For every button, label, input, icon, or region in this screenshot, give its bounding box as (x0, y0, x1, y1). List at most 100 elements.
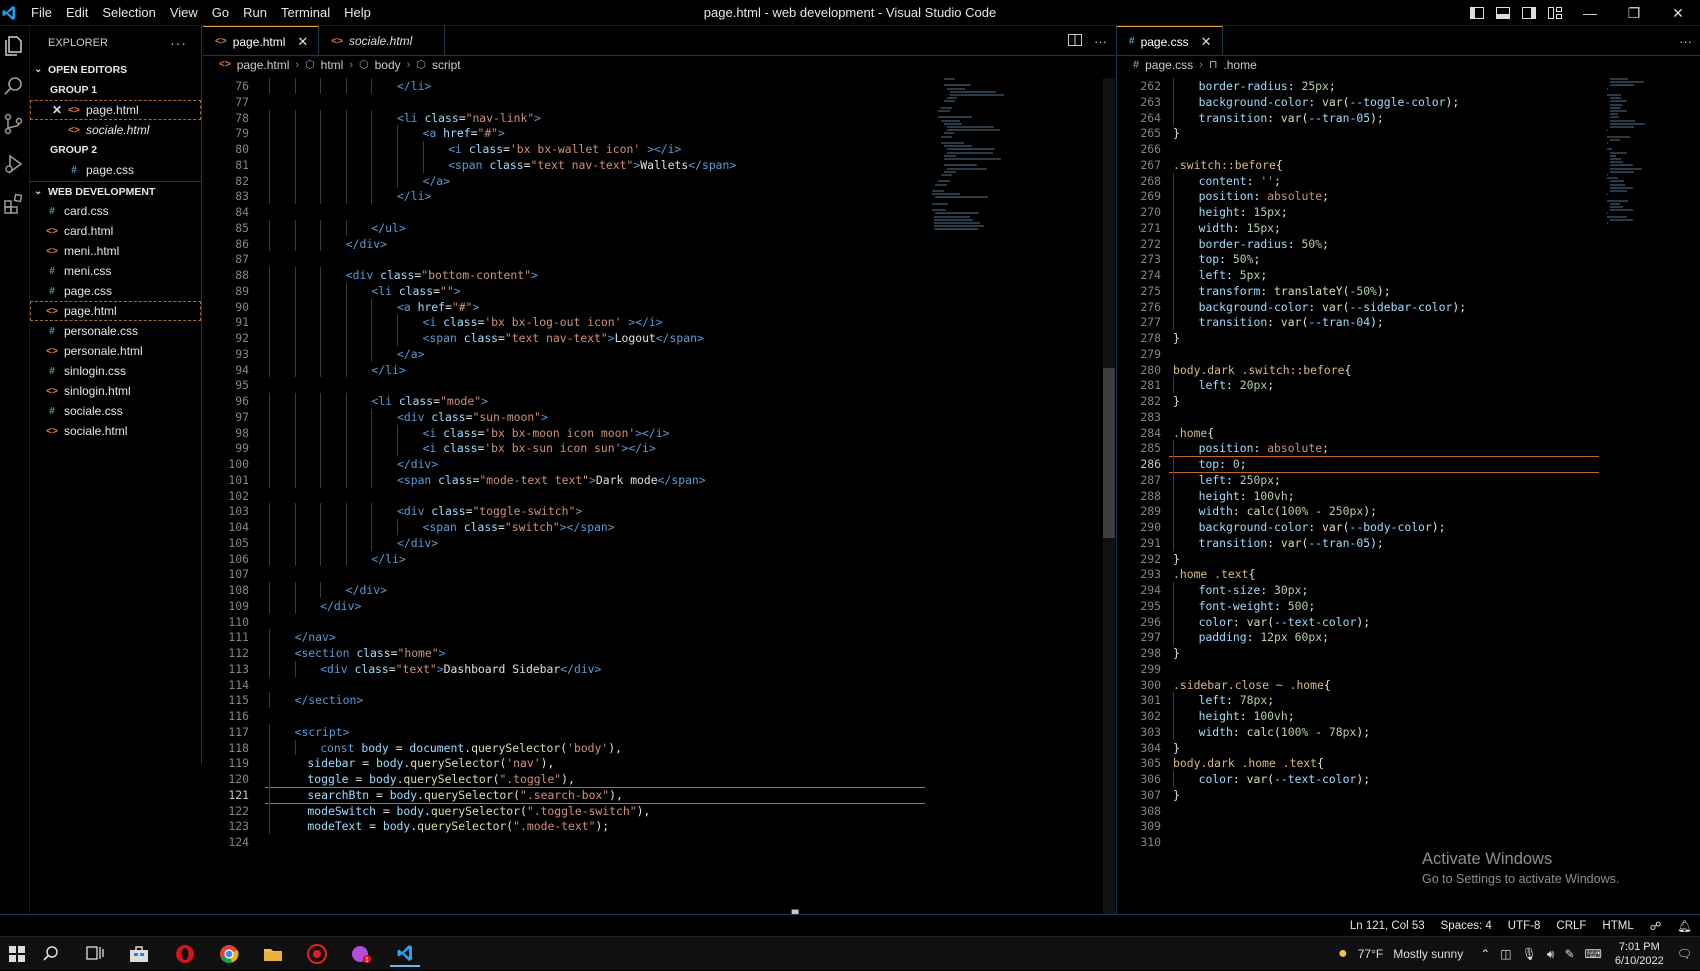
code-line[interactable]: <span class="mode-text text">Dark mode</… (397, 472, 706, 489)
code-line[interactable]: } (1173, 330, 1180, 347)
menu-help[interactable]: Help (337, 0, 378, 26)
code-line[interactable]: border-radius: 25px; (1199, 78, 1336, 95)
scrollbar-thumb[interactable] (1103, 368, 1115, 538)
code-line[interactable]: <div class="bottom-content"> (346, 267, 538, 284)
workspace-section[interactable]: ⌄ WEB DEVELOPMENT (30, 181, 201, 201)
breadcrumb-item[interactable]: html (321, 56, 344, 74)
code-line[interactable]: body.dark .home .text{ (1173, 755, 1324, 772)
close-editor-icon[interactable]: ✕ (50, 103, 64, 117)
restore-icon[interactable]: ❐ (1612, 0, 1656, 26)
code-editor-right[interactable]: 262 border-radius: 25px; 263 background-col… (1117, 78, 1599, 914)
weather-text[interactable]: Mostly sunny (1393, 947, 1463, 961)
close-window-icon[interactable]: ✕ (1656, 0, 1700, 26)
file-item[interactable]: # meni.css (30, 261, 201, 281)
menu-go[interactable]: Go (205, 0, 236, 26)
breadcrumb-item[interactable]: page.html (237, 56, 290, 74)
code-line[interactable]: transition: var(--tran-05); (1199, 110, 1384, 127)
weather-sun-icon[interactable]: ● (1338, 945, 1348, 963)
code-line[interactable]: <i class='bx bx-wallet icon' ></i> (448, 141, 681, 158)
menu-run[interactable]: Run (236, 0, 274, 26)
code-line[interactable]: width: calc(100% - 250px); (1199, 503, 1377, 520)
code-line[interactable]: top: 50%; (1199, 251, 1261, 268)
open-editors-section[interactable]: ⌄ OPEN EDITORS (30, 60, 201, 80)
opera-icon[interactable] (170, 941, 200, 967)
menu-terminal[interactable]: Terminal (274, 0, 337, 26)
search-icon[interactable] (2, 74, 26, 98)
code-line[interactable]: } (1173, 740, 1180, 757)
code-line[interactable]: <span class="text nav-text">Logout</span… (423, 330, 704, 347)
toggle-secondary-sidebar-icon[interactable] (1518, 6, 1540, 20)
toggle-panel-icon[interactable] (1492, 6, 1514, 20)
code-line[interactable]: width: 15px; (1199, 220, 1281, 237)
store-icon[interactable] (124, 941, 154, 967)
code-line[interactable]: </li> (397, 78, 431, 95)
code-line[interactable]: .sidebar.close ~ .home{ (1173, 677, 1331, 694)
code-line[interactable]: background-color: var(--body-color); (1199, 519, 1446, 536)
indentation[interactable]: Spaces: 4 (1433, 920, 1500, 932)
breadcrumb-item[interactable]: script (432, 56, 461, 74)
tab-sociale-html[interactable]: <> sociale.html (319, 26, 446, 56)
code-line[interactable]: border-radius: 50%; (1199, 236, 1329, 253)
code-line[interactable]: </div> (346, 236, 387, 253)
file-item[interactable]: <> card.html (30, 221, 201, 241)
code-line[interactable]: modeSwitch = body.querySelector(".toggle… (307, 803, 650, 820)
split-editor-icon[interactable] (1068, 33, 1082, 49)
code-line[interactable]: padding: 12px 60px; (1199, 629, 1329, 646)
messenger-icon[interactable]: 1 (346, 941, 376, 967)
code-line[interactable]: <i class='bx bx-sun icon sun'></i> (423, 440, 656, 457)
task-view-icon[interactable] (80, 941, 110, 967)
file-item[interactable]: # sinlogin.css (30, 361, 201, 381)
code-line[interactable]: height: 100vh; (1199, 488, 1295, 505)
code-line[interactable]: } (1173, 645, 1180, 662)
microphone-icon[interactable]: 🎙︎ (1522, 947, 1537, 961)
menu-file[interactable]: File (24, 0, 59, 26)
minimize-icon[interactable]: — (1568, 0, 1612, 26)
code-line[interactable]: <li class="mode"> (371, 393, 488, 410)
language-mode[interactable]: HTML (1594, 920, 1641, 932)
notification-center-icon[interactable]: 🗨︎ (1677, 947, 1692, 961)
code-line[interactable]: position: absolute; (1199, 188, 1329, 205)
file-item[interactable]: # page.css (30, 281, 201, 301)
code-line[interactable]: } (1173, 551, 1180, 568)
code-line[interactable]: </div> (397, 456, 438, 473)
code-line[interactable]: </li> (371, 362, 405, 379)
open-editor-sociale-html[interactable]: <> sociale.html (30, 120, 201, 140)
code-line[interactable]: </section> (295, 692, 364, 709)
code-line[interactable]: left: 250px; (1199, 472, 1281, 489)
code-line[interactable]: background-color: var(--sidebar-color); (1199, 299, 1466, 316)
volume-icon[interactable]: 🔊︎ (1547, 947, 1555, 962)
code-line[interactable]: <li class="nav-link"> (397, 110, 541, 127)
encoding[interactable]: UTF-8 (1500, 920, 1549, 932)
code-line[interactable]: </div> (320, 598, 361, 615)
code-line[interactable]: </a> (397, 346, 424, 363)
breadcrumb-item[interactable]: .home (1223, 56, 1256, 74)
tab-page-css[interactable]: # page.css ✕ (1117, 26, 1223, 56)
open-editor-page-css[interactable]: # page.css (30, 160, 201, 180)
minimap-right[interactable] (1605, 78, 1685, 908)
source-control-icon[interactable] (2, 112, 26, 136)
code-line[interactable]: height: 15px; (1199, 204, 1288, 221)
code-line[interactable]: <a href="#"> (423, 125, 505, 142)
close-tab-icon[interactable]: ✕ (297, 34, 308, 50)
code-line[interactable]: .home{ (1173, 425, 1214, 442)
more-actions-icon[interactable]: ··· (1094, 34, 1107, 49)
end-of-line[interactable]: CRLF (1548, 920, 1594, 932)
extensions-icon[interactable] (2, 192, 26, 216)
show-hidden-icons-icon[interactable]: ⌃ (1480, 947, 1490, 961)
code-line[interactable]: <script> (295, 724, 350, 741)
code-line[interactable]: </ul> (371, 220, 405, 237)
code-line[interactable]: .home .text{ (1173, 566, 1255, 583)
code-line[interactable]: toggle = body.querySelector(".toggle"), (307, 771, 575, 788)
code-line[interactable]: height: 100vh; (1199, 708, 1295, 725)
breadcrumb-item[interactable]: page.css (1145, 56, 1193, 74)
security-app-icon[interactable] (302, 941, 332, 967)
file-item[interactable]: <> meni..html (30, 241, 201, 261)
code-line[interactable]: </a> (423, 173, 450, 190)
camera-icon[interactable]: ◫ (1500, 947, 1511, 961)
code-line[interactable]: </li> (371, 551, 405, 568)
code-line[interactable]: <i class='bx bx-moon icon moon'></i> (423, 425, 670, 442)
file-item[interactable]: # personale.css (30, 321, 201, 341)
cursor-position[interactable]: Ln 121, Col 53 (1342, 920, 1433, 932)
code-line[interactable]: modeText = body.querySelector(".mode-tex… (307, 818, 609, 835)
code-line[interactable]: left: 20px; (1199, 377, 1274, 394)
